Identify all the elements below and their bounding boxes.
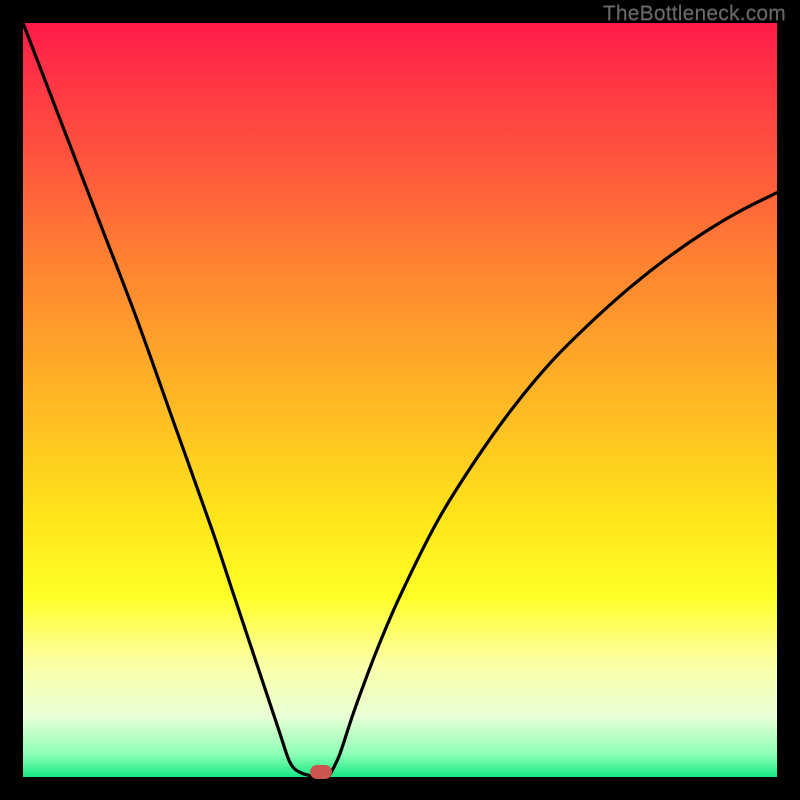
curve-left-branch	[23, 23, 313, 776]
curve-right-branch	[330, 193, 777, 775]
curve-svg	[23, 23, 777, 777]
watermark-text: TheBottleneck.com	[603, 2, 786, 26]
minimum-marker	[310, 765, 332, 779]
